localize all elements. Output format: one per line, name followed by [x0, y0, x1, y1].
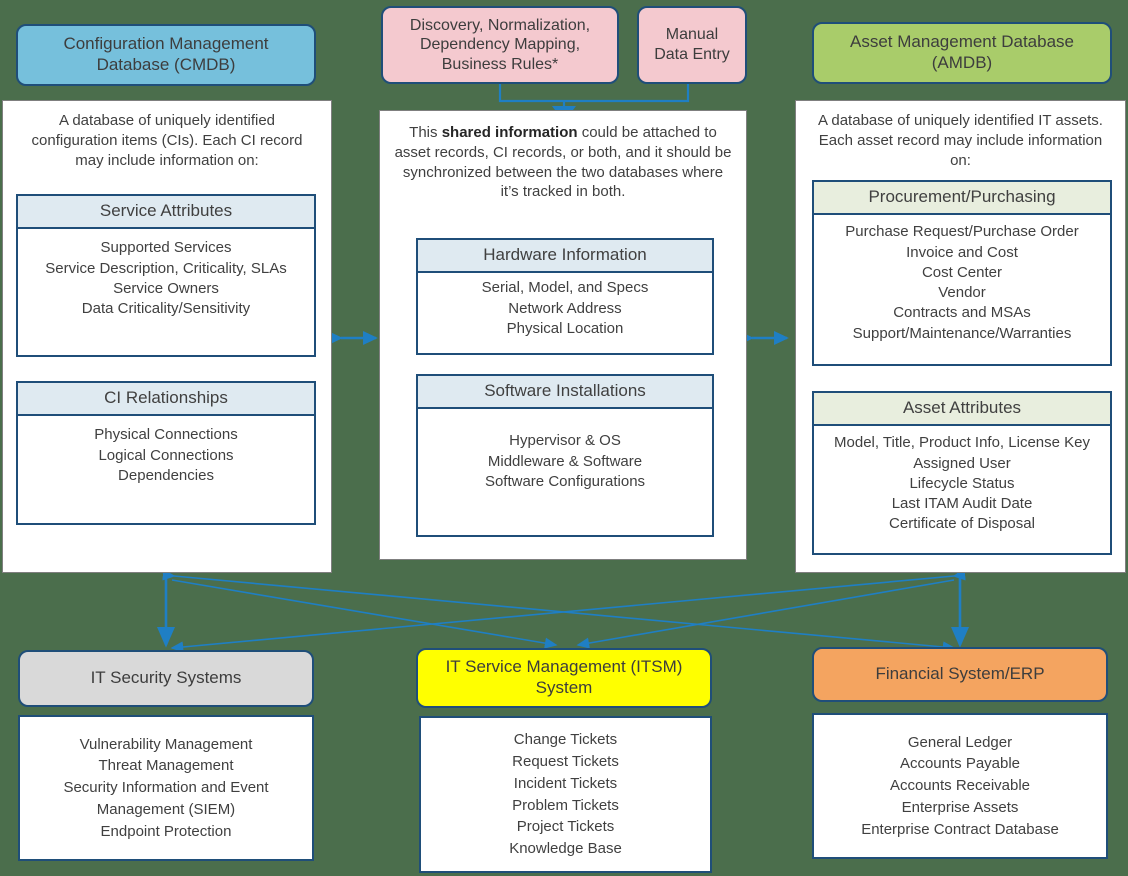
shared-section-items: Serial, Model, and Specs Network Address…: [418, 273, 712, 344]
list-item: Request Tickets: [512, 753, 619, 770]
list-item: Management (SIEM): [96, 800, 236, 818]
list-item: Endpoint Protection: [100, 822, 232, 840]
list-item: Enterprise Assets: [901, 798, 1019, 816]
shared-description: This shared information could be attache…: [380, 111, 746, 206]
list-item: Accounts Payable: [899, 755, 1021, 773]
cmdb-section-items: Supported Services Service Description, …: [18, 229, 314, 328]
bottom-link-network: [156, 559, 970, 653]
amdb-section-items: Purchase Request/Purchase Order Invoice …: [814, 215, 1110, 351]
list-item: Vulnerability Management: [79, 735, 253, 753]
list-item: Threat Management: [98, 757, 234, 775]
list-item: General Ledger: [907, 733, 1013, 751]
amdb-title: Asset Management Database (AMDB): [850, 32, 1074, 72]
itsm-list: Change Tickets Request Tickets Incident …: [419, 716, 712, 873]
list-item: Change Tickets: [513, 731, 618, 749]
itsm-items: Change Tickets Request Tickets Incident …: [421, 729, 710, 860]
source-label: Discovery, Normalization, Dependency Map…: [409, 16, 591, 73]
source-label: Manual Data Entry: [654, 26, 730, 63]
shared-section-hardware-information: Hardware Information Serial, Model, and …: [416, 238, 714, 355]
cmdb-section-ci-relationships: CI Relationships Physical Connections Lo…: [16, 381, 316, 525]
list-item: Security Information and Event: [63, 779, 269, 797]
it-security-title: IT Security Systems: [90, 668, 242, 688]
list-item: Contracts and MSAs: [893, 304, 1031, 322]
amdb-title-pill[interactable]: Asset Management Database (AMDB): [812, 22, 1112, 84]
it-security-list: Vulnerability Management Threat Manageme…: [18, 715, 314, 861]
shared-section-header: Software Installations: [418, 376, 712, 410]
shared-section-header: Hardware Information: [418, 240, 712, 274]
list-item: Software Configurations: [484, 472, 646, 490]
list-item: Purchase Request/Purchase Order: [845, 223, 1079, 241]
itsm-title: IT Service Management (ITSM) System: [445, 657, 683, 697]
amdb-section-asset-attributes: Asset Attributes Model, Title, Product I…: [812, 391, 1112, 555]
cmdb-section-items: Physical Connections Logical Connections…: [18, 416, 314, 495]
list-item: Network Address: [508, 299, 622, 317]
list-item: Logical Connections: [98, 446, 234, 464]
shared-description-prefix: This: [409, 124, 442, 141]
amdb-section-items: Model, Title, Product Info, License Key …: [814, 426, 1110, 541]
list-item: Assigned User: [913, 454, 1011, 472]
list-item: Support/Maintenance/Warranties: [852, 324, 1072, 342]
cmdb-section-service-attributes: Service Attributes Supported Services Se…: [16, 194, 316, 357]
list-item: Physical Location: [506, 319, 624, 337]
list-item: Middleware & Software: [487, 452, 643, 470]
list-item: Problem Tickets: [512, 796, 619, 814]
list-item: Serial, Model, and Specs: [481, 279, 649, 297]
list-item: Enterprise Contract Database: [861, 820, 1059, 838]
list-item: Incident Tickets: [513, 774, 618, 792]
financial-erp-title: Financial System/ERP: [875, 664, 1045, 684]
diagram-canvas: Configuration Management Database (CMDB)…: [0, 0, 1128, 876]
list-item: Certificate of Disposal: [889, 515, 1035, 533]
amdb-section-header: Procurement/Purchasing: [814, 182, 1110, 216]
amdb-section-procurement: Procurement/Purchasing Purchase Request/…: [812, 180, 1112, 366]
list-item: Lifecycle Status: [909, 474, 1015, 492]
amdb-description: A database of uniquely identified IT ass…: [818, 112, 1103, 169]
cmdb-title-pill[interactable]: Configuration Management Database (CMDB): [16, 24, 316, 86]
list-item: Cost Center: [921, 263, 1003, 281]
list-item: Data Criticality/Sensitivity: [81, 300, 251, 318]
source-pill-manual-entry[interactable]: Manual Data Entry: [637, 6, 747, 84]
itsm-title-pill[interactable]: IT Service Management (ITSM) System: [416, 648, 712, 708]
list-item: Service Description, Criticality, SLAs: [45, 259, 287, 277]
source-pill-discovery[interactable]: Discovery, Normalization, Dependency Map…: [381, 6, 619, 84]
list-item: Last ITAM Audit Date: [891, 495, 1033, 513]
cmdb-title: Configuration Management Database (CMDB): [63, 34, 269, 74]
it-security-title-pill[interactable]: IT Security Systems: [18, 650, 314, 707]
financial-erp-title-pill[interactable]: Financial System/ERP: [812, 647, 1108, 702]
financial-erp-list: General Ledger Accounts Payable Accounts…: [812, 713, 1108, 859]
list-item: Dependencies: [118, 466, 214, 484]
it-security-items: Vulnerability Management Threat Manageme…: [20, 734, 312, 843]
shared-section-software-installations: Software Installations Hypervisor & OS M…: [416, 374, 714, 537]
list-item: Supported Services: [100, 239, 232, 257]
list-item: Hypervisor & OS: [509, 432, 621, 450]
shared-description-bold: shared information: [441, 124, 578, 141]
amdb-section-header: Asset Attributes: [814, 393, 1110, 427]
list-item: Vendor: [938, 284, 986, 302]
list-item: Project Tickets: [516, 818, 615, 836]
list-item: Service Owners: [113, 279, 219, 297]
cmdb-section-header: Service Attributes: [18, 196, 314, 230]
shared-section-items: Hypervisor & OS Middleware & Software So…: [418, 409, 712, 514]
list-item: Physical Connections: [94, 426, 238, 444]
list-item: Invoice and Cost: [906, 243, 1018, 261]
list-item: Knowledge Base: [509, 840, 622, 857]
list-item: Accounts Receivable: [889, 777, 1031, 795]
cmdb-section-header: CI Relationships: [18, 383, 314, 417]
cmdb-description: A database of uniquely identified config…: [31, 112, 303, 169]
financial-erp-items: General Ledger Accounts Payable Accounts…: [814, 732, 1106, 841]
list-item: Model, Title, Product Info, License Key: [834, 434, 1090, 452]
